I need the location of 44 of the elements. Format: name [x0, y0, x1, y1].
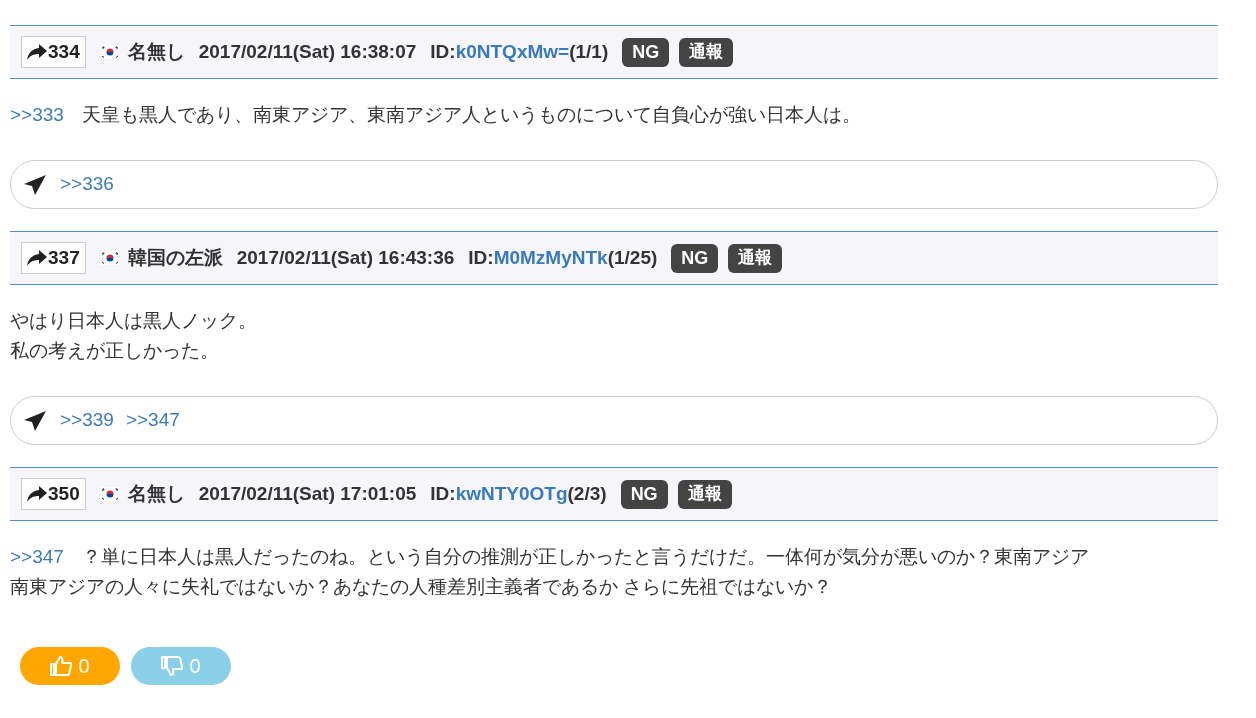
poster-id-link[interactable]: M0MzMyNTk: [493, 243, 608, 273]
ng-button[interactable]: NG: [671, 243, 719, 273]
reply-link[interactable]: >>347: [125, 406, 180, 435]
id-label: ID:: [430, 39, 456, 64]
ng-button[interactable]: NG: [620, 479, 668, 509]
post-text: 天皇も黒人であり、南東アジア、東南アジア人というものについて自負心が強い日本人は。: [81, 103, 861, 127]
id-label: ID:: [430, 481, 456, 506]
paper-plane-icon: [24, 410, 46, 431]
post-date: 2017/02/11(Sat) 17:01:05: [198, 481, 417, 506]
report-button[interactable]: 通報: [679, 37, 734, 67]
thumbs-up-icon: [50, 656, 73, 676]
flag-icon: [99, 487, 120, 501]
post-count: (1/1): [569, 39, 609, 64]
poster-name: 韓国の左派: [127, 245, 223, 270]
share-arrow-icon: [27, 250, 47, 266]
id-label: ID:: [468, 245, 494, 270]
ng-button[interactable]: NG: [622, 37, 670, 67]
poster-name: 名無し: [127, 481, 185, 506]
poster-id-link[interactable]: kwNTY0OTg: [455, 479, 568, 509]
report-button[interactable]: 通報: [677, 479, 732, 509]
thumbs-down-icon: [161, 656, 184, 676]
post-text: 南東アジアの人々に失礼ではないか？あなたの人種差別主義者であるか さらに先祖ではないか？: [10, 575, 833, 599]
poster-name: 名無し: [127, 39, 185, 64]
paper-plane-icon: [24, 174, 46, 195]
flag-icon: [99, 45, 120, 59]
post-number-button[interactable]: 337: [21, 242, 86, 274]
report-button[interactable]: 通報: [728, 243, 783, 273]
reply-link[interactable]: >>336: [60, 170, 114, 199]
post-date: 2017/02/11(Sat) 16:38:07: [198, 39, 417, 64]
reply-anchor-link[interactable]: >>333: [10, 100, 64, 130]
post-number-button[interactable]: 350: [21, 478, 86, 510]
post-date: 2017/02/11(Sat) 16:43:36: [236, 245, 455, 270]
share-arrow-icon: [27, 486, 47, 502]
share-arrow-icon: [27, 44, 47, 60]
reply-link[interactable]: >>339: [60, 406, 114, 435]
reply-anchor-link[interactable]: >>347: [10, 542, 64, 572]
poster-id-link[interactable]: k0NTQxMw=: [455, 37, 570, 67]
post-count: (2/3): [567, 481, 607, 506]
post-count: (1/25): [607, 245, 658, 270]
post-text: やはり日本人は黒人ノック。: [10, 309, 257, 333]
post-text: 私の考えが正しかった。: [10, 339, 219, 363]
post-number-button[interactable]: 334: [21, 36, 86, 68]
flag-icon: [99, 251, 120, 265]
post-text: ？単に日本人は黒人だったのね。という自分の推測が正しかったと言うだけだ。一体何が気分が悪いのか？東南アジア: [81, 545, 1089, 569]
